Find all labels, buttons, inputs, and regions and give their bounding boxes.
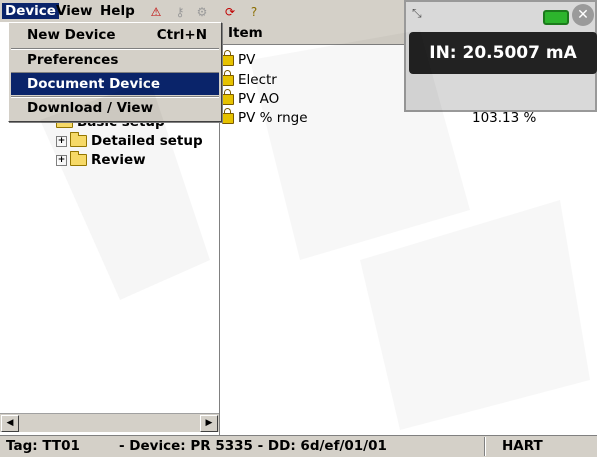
folder-icon: [70, 151, 87, 166]
lock-icon: [222, 69, 234, 86]
status-bar: Tag: TT01 - Device: PR 5335 - DD: 6d/ef/…: [0, 435, 597, 457]
lock-icon: [222, 107, 234, 124]
lock-icon: [222, 88, 234, 105]
menu-item-label: Download / View: [27, 100, 154, 116]
list-item[interactable]: PV: [222, 49, 256, 69]
device-status-icon[interactable]: ⚠: [146, 3, 166, 21]
close-icon[interactable]: ✕: [572, 4, 594, 26]
list-item-label: PV AO: [238, 91, 280, 107]
list-item-label: PV: [238, 52, 256, 68]
status-tag: Tag: TT01: [6, 438, 80, 454]
menu-item-download-view[interactable]: Download / View: [11, 97, 219, 119]
status-divider: [484, 437, 486, 456]
wrench-icon: ⚙: [196, 5, 208, 19]
key-icon: ⚷: [175, 5, 185, 19]
list-item[interactable]: PV % rnge: [222, 107, 308, 127]
tree-item-review[interactable]: + Review: [56, 151, 146, 169]
column-header-label: Item: [228, 25, 263, 41]
device-menu-dropdown: New Device Ctrl+N Preferences Document D…: [8, 22, 222, 122]
menu-view[interactable]: View: [53, 3, 95, 19]
list-item-label: PV % rnge: [238, 110, 308, 126]
menu-item-label: New Device: [27, 27, 116, 43]
menu-item-label: Document Device: [27, 76, 161, 92]
status-device: - Device: PR 5335 - DD: 6d/ef/01/01: [119, 438, 387, 454]
menu-item-preferences[interactable]: Preferences: [11, 49, 219, 71]
current-reading-display: IN: 20.5007 mA: [409, 32, 597, 74]
status-protocol: HART: [502, 438, 543, 454]
expand-icon[interactable]: +: [56, 154, 67, 166]
list-item-label: Electr: [238, 72, 277, 88]
horizontal-scrollbar[interactable]: ◀ ▶: [0, 413, 219, 432]
list-item[interactable]: Electr: [222, 69, 277, 89]
collapse-icon[interactable]: ⤡: [412, 6, 422, 21]
tree-item-detailed-setup[interactable]: + Detailed setup: [56, 132, 203, 150]
list-item[interactable]: PV AO: [222, 88, 280, 108]
scroll-right-icon[interactable]: ▶: [200, 415, 218, 432]
folder-icon: [70, 132, 87, 147]
menu-shortcut: Ctrl+N: [156, 27, 207, 43]
expand-icon[interactable]: +: [56, 135, 67, 147]
menu-item-new-device[interactable]: New Device Ctrl+N: [11, 24, 219, 46]
menu-item-document-device[interactable]: Document Device: [11, 73, 219, 95]
tree-item-label: Review: [91, 152, 146, 168]
help-icon[interactable]: ?: [244, 3, 264, 21]
menu-device[interactable]: Device: [2, 3, 59, 19]
scroll-left-icon[interactable]: ◀: [1, 415, 19, 432]
list-item-value: 103.13 %: [472, 110, 537, 126]
menu-item-label: Preferences: [27, 52, 119, 68]
battery-icon: [543, 10, 569, 25]
refresh-icon[interactable]: ⟳: [220, 3, 240, 21]
menu-help[interactable]: Help: [97, 3, 138, 19]
lock-icon: [222, 49, 234, 66]
tree-item-label: Detailed setup: [91, 133, 203, 149]
